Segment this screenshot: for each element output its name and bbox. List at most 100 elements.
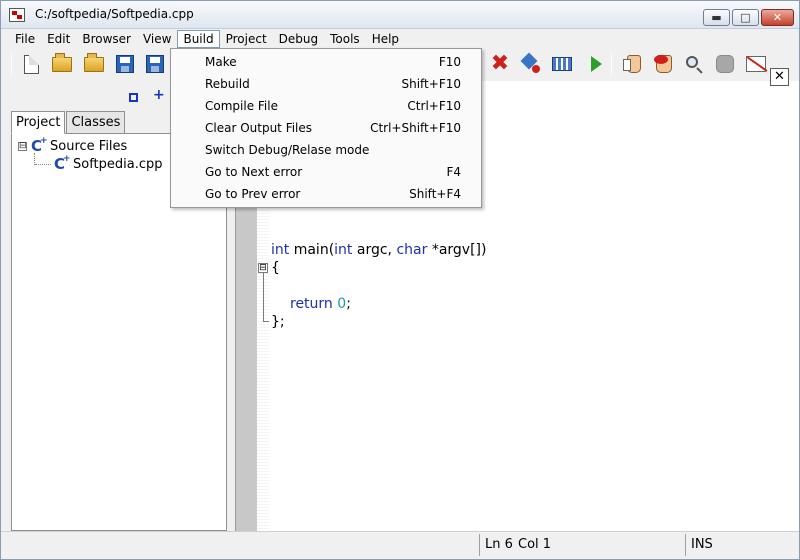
tree-item-source-files[interactable]: ⊟ C + Source Files: [18, 136, 128, 155]
toolbar-grip: [11, 53, 12, 75]
menu-item-compile-file[interactable]: Compile File Ctrl+F10: [171, 95, 481, 117]
run-button[interactable]: [583, 51, 609, 77]
stop-build-button[interactable]: ✖: [487, 51, 513, 77]
menu-item-label: Compile File: [205, 99, 278, 113]
run-icon: [590, 56, 602, 72]
close-document-button[interactable]: ✕: [770, 68, 789, 86]
menu-item-label: Go to Next error: [205, 165, 303, 179]
number-literal: 0: [337, 296, 347, 312]
clear-breakpoints-icon: [654, 55, 672, 73]
minimize-icon: ▬: [711, 11, 722, 24]
hide-output-button[interactable]: [743, 51, 769, 77]
tree-item-label: Source Files: [50, 139, 128, 154]
cpp-folder-icon: C +: [31, 136, 48, 155]
save-button[interactable]: [112, 51, 138, 77]
collapse-node-icon[interactable]: ⊟: [18, 142, 27, 151]
menu-view[interactable]: View: [137, 30, 177, 48]
find-button[interactable]: [681, 51, 707, 77]
build-grid-icon: [552, 57, 572, 71]
code-line-4[interactable]: };: [271, 314, 285, 330]
code-line-2[interactable]: {: [271, 260, 280, 276]
tab-classes[interactable]: Classes: [66, 111, 126, 134]
new-file-icon: [23, 54, 39, 74]
close-window-button[interactable]: ✕: [761, 9, 794, 26]
menu-item-shortcut: Shift+F10: [401, 77, 461, 91]
menu-item-switch-debug-release[interactable]: Switch Debug/Relase mode: [171, 139, 481, 161]
new-file-button[interactable]: [18, 51, 44, 77]
open-file-button[interactable]: [81, 51, 107, 77]
stop-debug-button[interactable]: [712, 51, 738, 77]
menu-tools[interactable]: Tools: [324, 30, 366, 48]
menu-item-shortcut: F4: [446, 165, 461, 179]
status-bar: Ln 6 Col 1 INS: [1, 531, 799, 559]
status-separator: [479, 534, 480, 556]
menu-item-label: Rebuild: [205, 77, 250, 91]
build-grid-button[interactable]: [549, 51, 575, 77]
fold-toggle-icon[interactable]: ⊟: [258, 263, 268, 273]
code-text: ;: [346, 296, 351, 312]
open-project-button[interactable]: [49, 51, 75, 77]
menu-item-label: Go to Prev error: [205, 187, 301, 201]
main-window: C:/softpedia/Softpedia.cpp ▬ □ ✕ File Ed…: [0, 0, 800, 560]
app-icon[interactable]: [9, 8, 25, 22]
close-icon: ✕: [774, 69, 785, 84]
menu-item-make[interactable]: Make F10: [171, 51, 481, 73]
maximize-button[interactable]: □: [732, 9, 759, 26]
menu-item-rebuild[interactable]: Rebuild Shift+F10: [171, 73, 481, 95]
code-text: main(: [289, 242, 335, 258]
menu-browser[interactable]: Browser: [76, 30, 137, 48]
open-project-icon: [52, 52, 72, 72]
find-icon: [686, 56, 698, 68]
status-separator: [685, 534, 686, 556]
close-icon: ✕: [772, 11, 783, 24]
open-file-icon: [84, 52, 104, 72]
menu-item-label: Clear Output Files: [205, 121, 313, 135]
status-line: Ln 6: [485, 537, 513, 552]
build-options-button[interactable]: [518, 51, 544, 77]
tree-item-softpedia-cpp[interactable]: C + Softpedia.cpp: [54, 154, 163, 173]
menu-item-label: Make: [205, 55, 237, 69]
clear-breakpoints-button[interactable]: [651, 51, 677, 77]
minimize-button[interactable]: ▬: [703, 9, 730, 26]
tab-project[interactable]: Project: [11, 111, 66, 134]
toolbar-separator: [611, 53, 612, 75]
save-all-icon: [146, 55, 164, 73]
toggle-breakpoint-icon: [623, 55, 641, 73]
menu-item-shortcut: F10: [438, 55, 461, 69]
status-column: Col 1: [518, 537, 552, 552]
title-bar[interactable]: C:/softpedia/Softpedia.cpp ▬ □ ✕: [1, 1, 799, 29]
menu-edit[interactable]: Edit: [41, 30, 76, 48]
menu-help[interactable]: Help: [366, 30, 405, 48]
code-line-3[interactable]: return 0;: [290, 296, 351, 312]
save-icon: [116, 55, 134, 73]
stop-debug-icon: [716, 55, 734, 73]
expand-all-icon[interactable]: +: [153, 87, 165, 103]
collapse-all-icon[interactable]: [129, 93, 138, 102]
menu-file[interactable]: File: [9, 30, 41, 48]
tree-connector: [35, 164, 51, 165]
menu-item-shortcut: Shift+F4: [409, 187, 461, 201]
tree-item-label: Softpedia.cpp: [73, 157, 163, 172]
status-insert-mode: INS: [691, 537, 713, 552]
build-menu-dropdown: Make F10 Rebuild Shift+F10 Compile File …: [170, 48, 482, 208]
fold-guide-end: [263, 321, 269, 322]
code-line-1[interactable]: int main(int argc, char *argv[]): [271, 242, 486, 258]
menu-item-clear-output-files[interactable]: Clear Output Files Ctrl+Shift+F10: [171, 117, 481, 139]
menu-build[interactable]: Build: [177, 30, 220, 48]
menu-item-next-error[interactable]: Go to Next error F4: [171, 161, 481, 183]
window-title: C:/softpedia/Softpedia.cpp: [35, 7, 194, 21]
keyword: int: [334, 242, 353, 258]
menu-item-prev-error[interactable]: Go to Prev error Shift+F4: [171, 183, 481, 205]
save-all-button[interactable]: [142, 51, 168, 77]
hide-output-icon: [746, 56, 766, 72]
stop-build-icon: ✖: [490, 51, 510, 76]
menu-debug[interactable]: Debug: [273, 30, 324, 48]
code-text: *argv[]): [427, 242, 487, 258]
keyword: char: [396, 242, 428, 258]
toggle-breakpoint-button[interactable]: [621, 51, 647, 77]
menu-item-label: Switch Debug/Relase mode: [205, 143, 370, 157]
menu-project[interactable]: Project: [220, 30, 273, 48]
keyword: int: [271, 242, 290, 258]
build-options-icon: [522, 55, 540, 73]
keyword: return: [290, 296, 333, 312]
